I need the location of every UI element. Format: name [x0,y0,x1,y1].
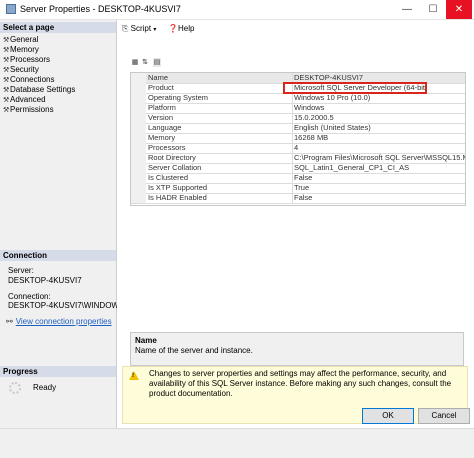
property-value: English (United States) [292,123,465,133]
wrench-icon: ⚒ [3,37,10,44]
property-value: Microsoft SQL Server Developer (64-bit) [292,83,465,93]
connection-header: Connection [0,250,116,261]
warning-banner: ! Changes to server properties and setti… [122,366,468,424]
description-title: Name [135,336,157,345]
script-label: Script [130,24,152,33]
wrench-icon: ⚒ [3,77,10,84]
script-button[interactable]: ⎘ Script ▾ [122,24,156,34]
window-title: Server Properties - DESKTOP-4KUSVI7 [20,4,181,14]
property-name: Is Clustered [148,173,189,182]
page-item-connections[interactable]: ⚒Connections [3,75,54,84]
chevron-down-icon: ▾ [153,27,157,33]
view-connection-properties-link[interactable]: ⚯ View connection properties [6,317,112,326]
page-item-database-settings[interactable]: ⚒Database Settings [3,85,75,94]
progress-spinner-icon [9,382,21,394]
bottom-bar [0,428,474,458]
page-label: Connections [10,75,55,84]
property-value: C:\Program Files\Microsoft SQL Server\MS… [292,153,466,163]
link-text: View connection properties [15,317,112,326]
help-button[interactable]: ❓Help [168,24,194,33]
wrench-icon: ⚒ [3,67,10,74]
page-label: Processors [10,55,51,64]
maximize-button[interactable]: ☐ [420,0,446,19]
property-value: 15.0.2000.5 [292,113,465,123]
property-name: Is XTP Supported [148,183,208,192]
sort-alphabetical-icon[interactable]: ⇅ [141,58,149,67]
wrench-icon: ⚒ [3,47,10,54]
minimize-button[interactable]: — [394,0,420,19]
wrench-icon: ⚒ [3,87,10,94]
description-panel: Name Name of the server and instance. [130,332,464,366]
property-value: DESKTOP-4KUSVI7 [292,73,465,83]
property-row-is-hadr-enabled[interactable]: Is HADR Enabled False [131,193,465,204]
property-name: Root Directory [148,153,196,162]
script-icon: ⎘ [122,24,129,33]
property-value: SQL_Latin1_General_CP1_CI_AS [292,163,465,173]
page-item-security[interactable]: ⚒Security [3,65,39,74]
property-name: Platform [148,103,176,112]
property-name: Server Collation [148,163,202,172]
property-value: 4 [292,143,465,153]
page-item-memory[interactable]: ⚒Memory [3,45,39,54]
properties-grid: Name DESKTOP-4KUSVI7 Product Microsoft SQL… [130,72,466,206]
property-value: Windows [292,103,465,113]
warning-text: Changes to server properties and setting… [149,369,452,398]
property-value: 16268 MB [292,133,465,143]
page-item-processors[interactable]: ⚒Processors [3,55,50,64]
warning-icon-mark: ! [132,373,134,379]
property-value: False [292,193,465,203]
wrench-icon: ⚒ [3,57,10,64]
page-item-permissions[interactable]: ⚒Permissions [3,105,54,114]
select-page-header: Select a page [0,22,116,33]
page-label: Permissions [10,105,54,114]
property-name: Product [148,83,174,92]
close-button[interactable]: ✕ [446,0,472,19]
wrench-icon: ⚒ [3,97,10,104]
page-label: Security [10,65,39,74]
ok-button[interactable]: OK [362,408,414,424]
page-label: Memory [10,45,39,54]
server-value: DESKTOP-4KUSVI7 [8,276,82,285]
property-name: Operating System [148,93,209,102]
property-name: Language [148,123,182,132]
page-label: Advanced [10,95,46,104]
connection-value: DESKTOP-4KUSVI7\WINDOWS [8,301,125,310]
property-name: Name [148,73,169,82]
cancel-button[interactable]: Cancel [418,408,470,424]
page-label: Database Settings [10,85,76,94]
help-icon: ❓ [168,24,178,33]
connection-label: Connection: [8,292,51,301]
property-pages-icon[interactable]: ▤ [153,58,161,67]
progress-header: Progress [0,366,116,377]
property-name: Is HADR Enabled [148,193,207,202]
help-label: Help [177,24,195,33]
page-label: General [10,35,39,44]
wrench-icon: ⚒ [3,107,10,114]
app-icon [6,4,16,14]
property-value: False [292,173,465,183]
property-value: Windows 10 Pro (10.0) [292,93,465,103]
property-value: True [292,183,465,193]
property-name: Processors [148,143,186,152]
warning-icon [129,371,139,380]
page-item-advanced[interactable]: ⚒Advanced [3,95,46,104]
property-name: Version [148,113,174,122]
categorized-icon[interactable]: ▦ [131,58,139,67]
connection-icon: ⚯ [6,317,13,326]
progress-status: Ready [33,383,57,392]
server-label: Server: [8,266,34,275]
page-item-general[interactable]: ⚒General [3,35,38,44]
title-bar: Server Properties - DESKTOP-4KUSVI7 — ☐ … [0,0,474,20]
description-text: Name of the server and instance. [135,346,253,355]
property-name: Memory [148,133,176,142]
